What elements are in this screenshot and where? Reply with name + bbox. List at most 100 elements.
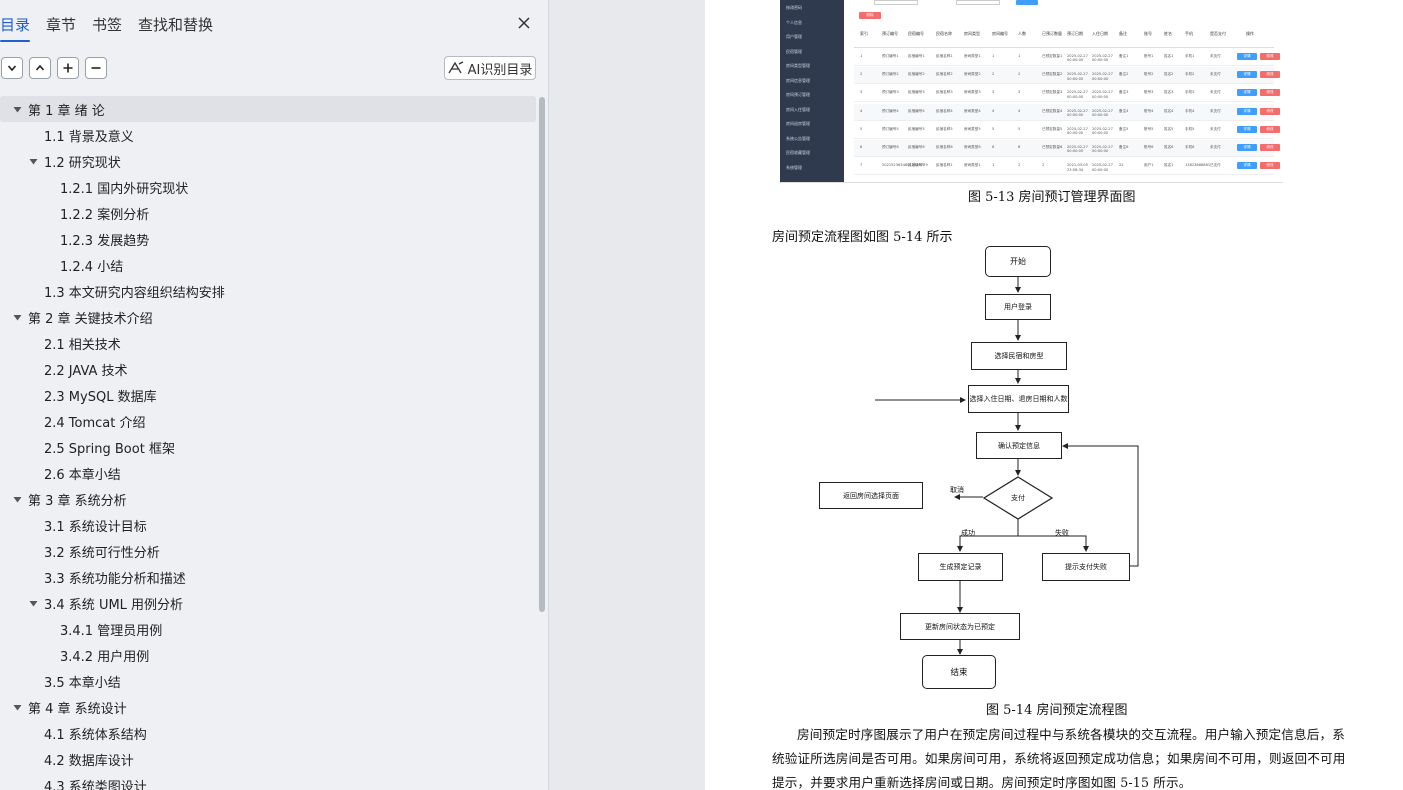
figure-5-13-caption: 图 5-13 房间预订管理界面图	[968, 190, 1136, 205]
screenshot-action-button: 详情	[1237, 89, 1257, 97]
flow-select-type: 选择民宿和房型	[971, 342, 1067, 370]
toc-item[interactable]: 1.2.4 小结	[0, 252, 536, 278]
toc-item[interactable]: 2.2 JAVA 技术	[0, 356, 536, 382]
screenshot-table-cell: 已预定数量3	[1042, 90, 1063, 95]
screenshot-nav-item: 修改密码	[786, 5, 802, 10]
tab-chapters[interactable]: 章节	[46, 14, 76, 35]
screenshot-table-cell: 房间类型1	[964, 163, 981, 168]
toc-item[interactable]: 1.2.2 案例分析	[0, 200, 536, 226]
caret-spacer	[28, 338, 38, 348]
screenshot-table-cell: 姓名2	[1164, 72, 1174, 77]
tab-find-replace[interactable]: 查找和替换	[138, 14, 213, 35]
figure-5-14-caption: 图 5-14 房间预定流程图	[986, 703, 1128, 718]
screenshot-table-cell: 2025-02-27 00:00:00	[1067, 145, 1088, 154]
paragraph-line-3: 提示，并要求用户重新选择房间或日期。房间预定时序图如图 5-15 所示。	[772, 775, 1192, 790]
toc-item[interactable]: 3.4.1 管理员用例	[0, 616, 536, 642]
screenshot-table-cell: 预订编号4	[882, 108, 899, 113]
caret-down-icon[interactable]	[28, 156, 38, 166]
screenshot-header-cell: 操作	[1246, 31, 1254, 36]
flow-back: 返回房间选择页面	[819, 482, 923, 509]
toc-item[interactable]: 3.2 系统可行性分析	[0, 538, 536, 564]
caret-down-icon[interactable]	[12, 494, 22, 504]
toc-item[interactable]: 第 4 章 系统设计	[0, 694, 536, 720]
screenshot-table-cell: 2025-02-27 00:00:00	[1067, 54, 1088, 63]
toc-item[interactable]: 3.4.2 用户用例	[0, 642, 536, 668]
screenshot-action-button: 修改	[1260, 71, 1280, 79]
paragraph-line-2: 统验证所选房间是否可用。如果房间可用，系统将返回预定成功信息；如果房间不可用，则…	[772, 751, 1346, 766]
flow-cancel-label: 取消	[950, 486, 964, 494]
screenshot-header-cell: 备注	[1119, 31, 1127, 36]
toc-item[interactable]: 2.4 Tomcat 介绍	[0, 408, 536, 434]
screenshot-table-cell: 民宿编号3	[908, 90, 925, 95]
screenshot-table-cell: 未支付	[1210, 54, 1221, 58]
caret-down-icon[interactable]	[12, 312, 22, 322]
toc-item[interactable]: 4.2 数据库设计	[0, 746, 536, 772]
toc-item[interactable]: 3.1 系统设计目标	[0, 512, 536, 538]
screenshot-table-cell: 民宿名称1	[936, 163, 953, 168]
toc-item[interactable]: 第 1 章 绪 论	[0, 96, 536, 122]
toc-item[interactable]: 2.3 MySQL 数据库	[0, 382, 536, 408]
screenshot-table-cell: 2025-02-27 00:00:00	[1092, 108, 1113, 117]
toc-item[interactable]: 3.5 本章小结	[0, 668, 536, 694]
toc-item[interactable]: 4.3 系统类图设计	[0, 772, 536, 790]
flow-pay-fail: 提示支付失败	[1042, 553, 1130, 581]
remove-entry-button[interactable]	[85, 57, 107, 79]
flow-gen-record: 生成预定记录	[918, 553, 1003, 581]
toc-item[interactable]: 2.5 Spring Boot 框架	[0, 434, 536, 460]
screenshot-table-cell: 民宿编号1	[908, 163, 925, 168]
toc-item[interactable]: 1.3 本文研究内容组织结构安排	[0, 278, 536, 304]
screenshot-table-cell: 2025-02-27 00:00:00	[1092, 163, 1113, 172]
add-entry-button[interactable]	[57, 57, 79, 79]
tab-toc[interactable]: 目录	[0, 14, 31, 42]
screenshot-table-cell: 2025-02-27 00:00:00	[1092, 72, 1113, 81]
screenshot-table-cell: 2	[1042, 163, 1045, 168]
toc-item[interactable]: 1.2.1 国内外研究现状	[0, 174, 536, 200]
close-icon[interactable]	[514, 13, 534, 33]
toc-item-label: 3.1 系统设计目标	[44, 519, 147, 535]
screenshot-header-cell: 房间编号	[992, 31, 1008, 36]
toc-item[interactable]: 3.4 系统 UML 用例分析	[0, 590, 536, 616]
sidebar-tabs: 目录 章节 书签 查找和替换	[0, 0, 549, 46]
toc-item[interactable]: 3.3 系统功能分析和描述	[0, 564, 536, 590]
toc-item-label: 4.1 系统体系结构	[44, 727, 147, 743]
toc-item[interactable]: 1.2.3 发展趋势	[0, 226, 536, 252]
toc-item-label: 3.4.1 管理员用例	[60, 623, 163, 639]
screenshot-nav-item: 民宿管理	[786, 48, 802, 54]
screenshot-action-button: 修改	[1260, 144, 1280, 151]
toc-item[interactable]: 1.1 背景及意义	[0, 122, 536, 148]
caret-down-icon[interactable]	[12, 702, 22, 712]
screenshot-action-button: 详情	[1237, 162, 1257, 170]
caret-spacer	[28, 546, 38, 556]
screenshot-table-cell: 4	[992, 108, 995, 113]
toc-item[interactable]: 2.1 相关技术	[0, 330, 536, 356]
screenshot-table-cell: 账号2	[1144, 72, 1154, 77]
screenshot-table-cell: 5	[860, 126, 863, 131]
toc-item[interactable]: 4.1 系统体系结构	[0, 720, 536, 746]
toc-item-label: 3.2 系统可行性分析	[44, 545, 160, 561]
screenshot-table-cell: 6	[860, 145, 863, 149]
caret-spacer	[28, 520, 38, 530]
caret-spacer	[28, 754, 38, 764]
screenshot-table-cell: 预订编号1	[882, 54, 899, 58]
caret-down-icon[interactable]	[12, 104, 22, 114]
screenshot-header-cell: 已预订数量	[1042, 31, 1062, 36]
ai-recognize-toc-button[interactable]: AI识别目录	[444, 56, 536, 80]
toc-item[interactable]: 2.6 本章小结	[0, 460, 536, 486]
screenshot-table-cell: 姓名6	[1164, 145, 1174, 149]
toc-item[interactable]: 第 2 章 关键技术介绍	[0, 304, 536, 330]
toc-item[interactable]: 1.2 研究现状	[0, 148, 536, 174]
screenshot-header-cell: 民宿名称	[936, 31, 952, 36]
tab-bookmarks[interactable]: 书签	[92, 14, 122, 35]
expand-level-button[interactable]	[29, 57, 51, 79]
toc-item-label: 第 4 章 系统设计	[28, 701, 127, 717]
screenshot-table-cell: 民宿编号4	[908, 108, 925, 113]
toc-item[interactable]: 第 3 章 系统分析	[0, 486, 536, 512]
flow-fail-label: 失败	[1055, 529, 1069, 537]
toc-scrollbar-thumb[interactable]	[539, 97, 545, 612]
collapse-all-button[interactable]	[1, 57, 23, 79]
caret-spacer	[28, 286, 38, 296]
toc-item-label: 第 2 章 关键技术介绍	[28, 311, 153, 327]
caret-down-icon[interactable]	[28, 598, 38, 608]
ai-brush-icon	[448, 61, 463, 74]
screenshot-header-cell: 预订编号	[882, 31, 898, 36]
